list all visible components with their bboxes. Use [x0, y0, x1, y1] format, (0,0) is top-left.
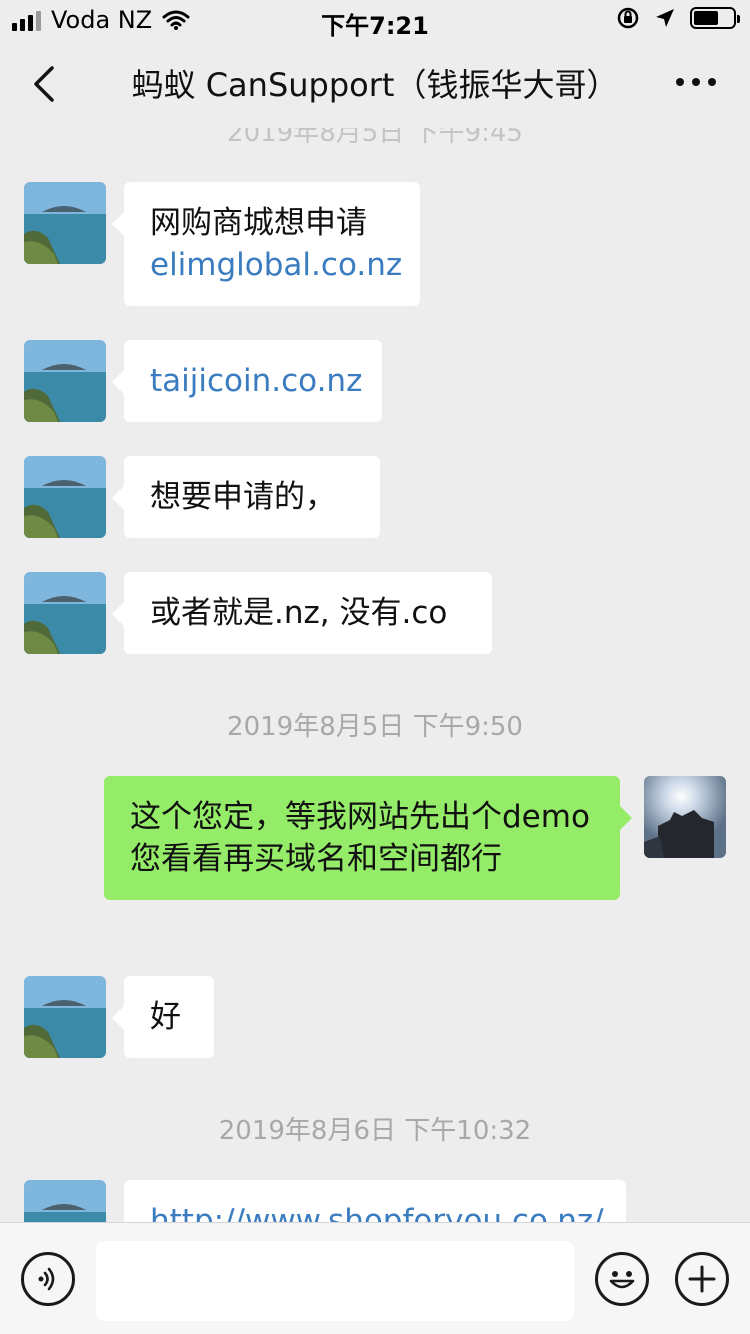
message-text: 或者就是.nz, 没有.co [150, 595, 448, 631]
contact-avatar[interactable] [24, 182, 106, 264]
location-arrow-icon [656, 9, 674, 27]
message-bubble[interactable]: taijicoin.co.nz [112, 340, 382, 422]
message-bubble[interactable]: http://www.shopforyou.co.nz/ [124, 1180, 626, 1222]
message-bubble-outgoing[interactable]: 这个您定，等我网站先出个demo您看看再买域名和空间都行 [104, 776, 632, 900]
timestamp: 2019年8月5日 下午9:50 [227, 712, 523, 742]
status-bar: Voda NZ 下午7:21 [0, 0, 750, 40]
status-right [616, 6, 740, 30]
message-text: 网购商城想申请 [150, 205, 367, 241]
message-link[interactable]: elimglobal.co.nz [150, 244, 402, 286]
orientation-lock-icon [617, 7, 639, 29]
contact-avatar[interactable] [24, 340, 106, 422]
message-link[interactable]: taijicoin.co.nz [150, 360, 362, 402]
battery-icon [690, 7, 740, 29]
message-bubble[interactable]: 网购商城想申请 elimglobal.co.nz [112, 182, 420, 306]
message-bubble[interactable]: 或者就是.nz, 没有.co [112, 572, 492, 654]
contact-avatar[interactable] [24, 1180, 106, 1222]
nav-bar: 蚂蚁 CanSupport（钱振华大哥） [0, 40, 750, 128]
battery-level [694, 11, 718, 25]
emoji-icon[interactable] [595, 1252, 649, 1306]
message-text: 这个您定，等我网站先出个demo您看看再买域名和空间都行 [130, 799, 590, 877]
message-link[interactable]: http://www.shopforyou.co.nz/ [150, 1200, 604, 1222]
message-input[interactable] [96, 1241, 574, 1321]
contact-avatar[interactable] [24, 976, 106, 1058]
contact-avatar[interactable] [24, 456, 106, 538]
my-avatar[interactable] [644, 776, 726, 858]
message-text: 好 [150, 999, 181, 1035]
chat-screen: Voda NZ 下午7:21 蚂蚁 CanSupport（钱振华大哥） 2019… [0, 0, 750, 1334]
more-dots-icon[interactable] [676, 78, 716, 86]
message-bubble[interactable]: 好 [112, 976, 214, 1058]
voice-icon[interactable] [21, 1252, 75, 1306]
plus-icon[interactable] [675, 1252, 729, 1306]
message-bubble[interactable]: 想要申请的， [112, 456, 380, 538]
timestamp: 2019年8月5日 下午9:45 [227, 128, 523, 148]
chevron-left-icon[interactable] [26, 62, 66, 106]
input-bar [0, 1222, 750, 1334]
timestamp: 2019年8月6日 下午10:32 [218, 1116, 532, 1146]
message-text: 想要申请的， [150, 479, 336, 515]
contact-avatar[interactable] [24, 572, 106, 654]
chat-title: 蚂蚁 CanSupport（钱振华大哥） [131, 66, 619, 104]
message-list[interactable]: 2019年8月5日 下午9:45 网购商城想申请 elimglobal.co.n… [0, 128, 750, 1222]
